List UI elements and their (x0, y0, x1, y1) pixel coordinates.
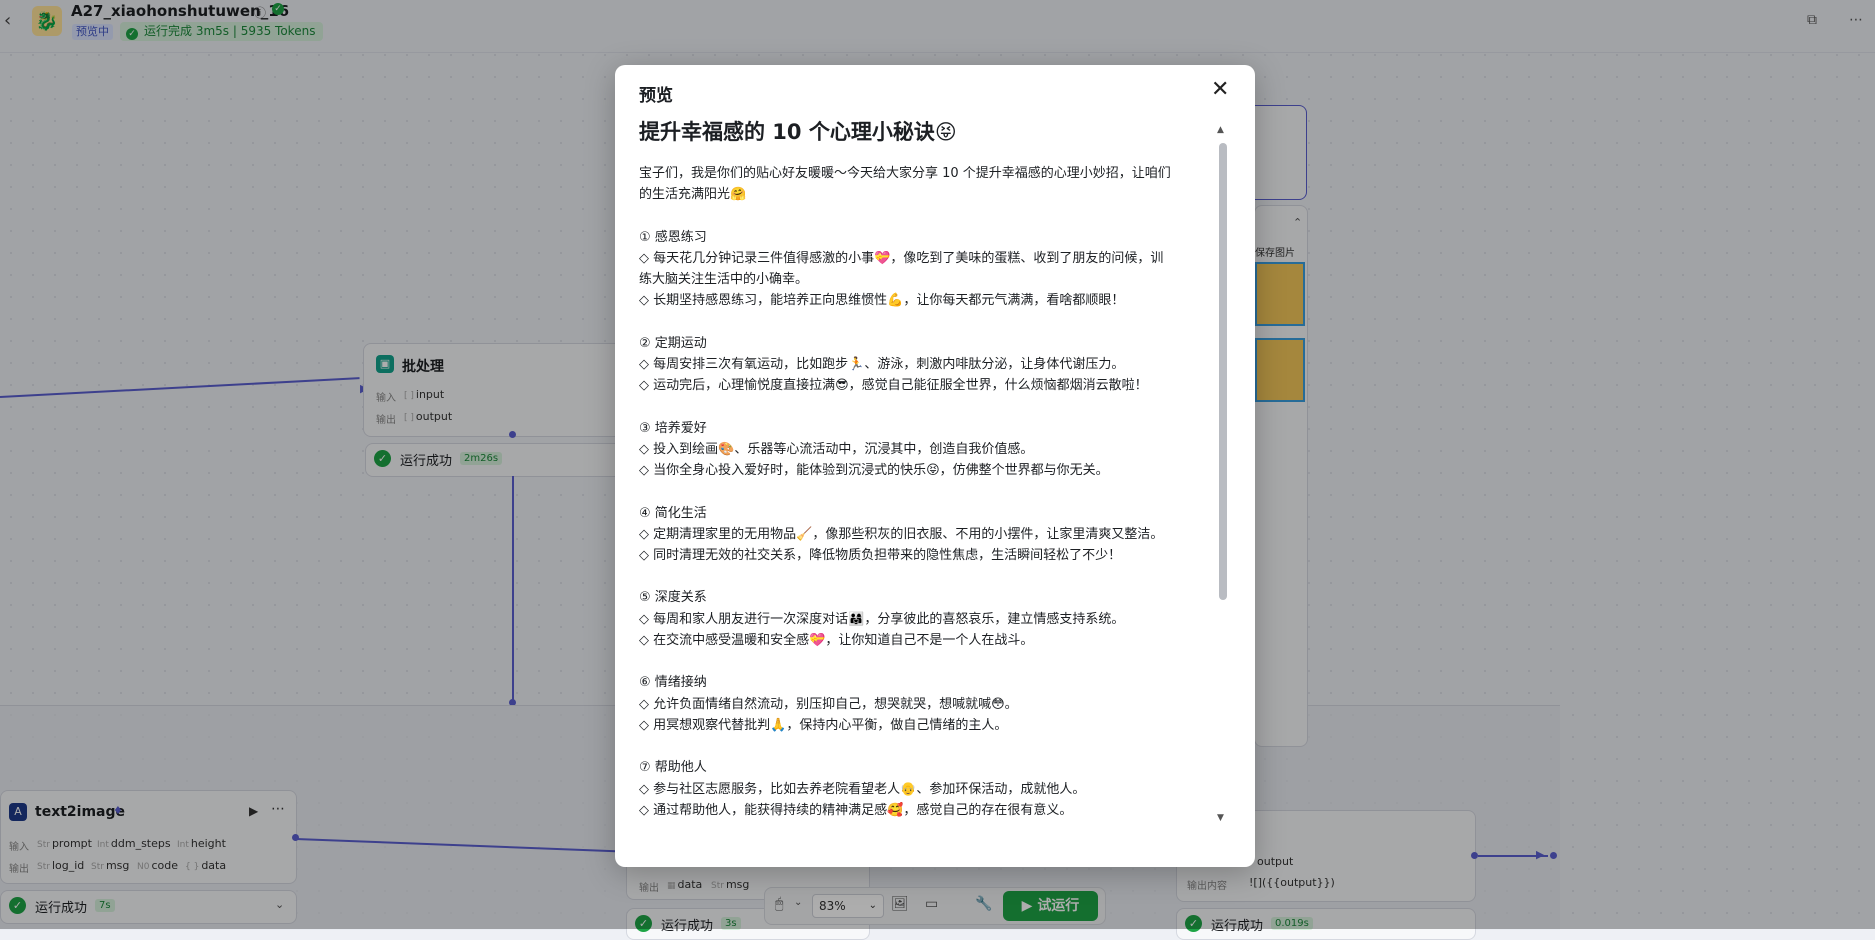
article-paragraph: ② 定期运动 ◇ 每周安排三次有氧运动，比如跑步🏃、游泳，刺激内啡肽分泌，让身体代… (639, 333, 1225, 397)
article-line: ② 定期运动 (639, 335, 707, 351)
article-line: ◇ 每周安排三次有氧运动，比如跑步🏃、游泳，刺激内啡肽分泌，让身体代谢压力。 (639, 357, 1125, 373)
article-line: ◇ 用冥想观察代替批判🙏，保持内心平衡，做自己情绪的主人。 (639, 717, 1008, 733)
article-paragraph: ⑦ 帮助他人 ◇ 参与社区志愿服务，比如去养老院看望老人👴、参加环保活动，成就他人… (639, 757, 1225, 821)
article-line: ⑦ 帮助他人 (639, 760, 707, 776)
article-line: ◇ 当你全身心投入爱好时，能体验到沉浸式的快乐😝，仿佛整个世界都与你无关。 (639, 463, 1109, 479)
preview-content[interactable]: 提升幸福感的 10 个心理小秘诀😝 宝子们，我是你们的贴心好友暖暖～今天给大家分… (639, 117, 1225, 837)
article-title: 提升幸福感的 10 个心理小秘诀😝 (639, 120, 957, 144)
article-line: 的生活充满阳光🤗 (639, 187, 747, 203)
article-line: ③ 培养爱好 (639, 420, 707, 436)
article-line: ⑥ 情绪接纳 (639, 675, 707, 691)
article-line: ① 感恩练习 (639, 229, 707, 245)
article-line: 宝子们，我是你们的贴心好友暖暖～今天给大家分享 10 个提升幸福感的心理小妙招，… (639, 166, 1171, 181)
article-line: ◇ 每天花几分钟记录三件值得感激的小事💝，像吃到了美味的蛋糕、收到了朋友的问候，… (639, 250, 1164, 266)
article-line: ◇ 运动完后，心理愉悦度直接拉满😎，感觉自己能征服全世界，什么烦恼都烟消云散啦！ (639, 378, 1148, 394)
article-line: ◇ 长期坚持感恩练习，能培养正向思维惯性💪，让你每天都元气满满，看啥都顺眼！ (639, 293, 1125, 309)
article-line: ◇ 参与社区志愿服务，比如去养老院看望老人👴、参加环保活动，成就他人。 (639, 781, 1086, 797)
article-line: ◇ 在交流中感受温暖和安全感💝，让你知道自己不是一个人在战斗。 (639, 633, 1034, 649)
article-line: ◇ 通过帮助他人，能获得持续的精神满足感🥰，感觉自己的存在很有意义。 (639, 802, 1073, 818)
article-line: ◇ 定期清理家里的无用物品🧹，像那些积灰的旧衣服、不用的小摆件，让家里清爽又整洁… (639, 526, 1164, 542)
article-paragraph: ⑤ 深度关系 ◇ 每周和家人朋友进行一次深度对话👨‍👩‍👧，分享彼此的喜怒哀乐，建… (639, 587, 1225, 651)
article-paragraph: ① 感恩练习 ◇ 每天花几分钟记录三件值得感激的小事💝，像吃到了美味的蛋糕、收到了… (639, 227, 1225, 312)
article-body: 宝子们，我是你们的贴心好友暖暖～今天给大家分享 10 个提升幸福感的心理小妙招，… (639, 163, 1225, 821)
article-paragraph: ⑥ 情绪接纳 ◇ 允许负面情绪自然流动，别压抑自己，想哭就哭，想喊就喊😳。 ◇ 用冥… (639, 672, 1225, 736)
article-line: ◇ 允许负面情绪自然流动，别压抑自己，想哭就哭，想喊就喊😳。 (639, 696, 1018, 712)
article-line: ④ 简化生活 (639, 505, 707, 521)
article-line: ◇ 每周和家人朋友进行一次深度对话👨‍👩‍👧，分享彼此的喜怒哀乐，建立情感支持系… (639, 611, 1125, 627)
scroll-up-icon[interactable]: ▲ (1217, 125, 1224, 135)
article-line: 练大脑关注生活中的小确幸。 (639, 272, 809, 288)
scroll-down-icon[interactable]: ▼ (1217, 813, 1224, 823)
article-line: ◇ 投入到绘画🎨、乐器等心流活动中，沉浸其中，创造自我价值感。 (639, 441, 1034, 457)
preview-modal: 预览 ✕ 提升幸福感的 10 个心理小秘诀😝 宝子们，我是你们的贴心好友暖暖～今… (615, 65, 1255, 867)
article-line: ⑤ 深度关系 (639, 590, 707, 606)
scrollbar-thumb[interactable] (1219, 143, 1227, 600)
article-paragraph: 宝子们，我是你们的贴心好友暖暖～今天给大家分享 10 个提升幸福感的心理小妙招，… (639, 163, 1225, 206)
article-paragraph: ④ 简化生活 ◇ 定期清理家里的无用物品🧹，像那些积灰的旧衣服、不用的小摆件，让家… (639, 503, 1225, 567)
modal-title: 预览 (639, 86, 673, 106)
article-paragraph: ③ 培养爱好 ◇ 投入到绘画🎨、乐器等心流活动中，沉浸其中，创造自我价值感。 ◇ 当… (639, 418, 1225, 482)
close-icon[interactable]: ✕ (1211, 77, 1229, 102)
article-line: ◇ 同时清理无效的社交关系，降低物质负担带来的隐性焦虑，生活瞬间轻松了不少！ (639, 548, 1122, 564)
